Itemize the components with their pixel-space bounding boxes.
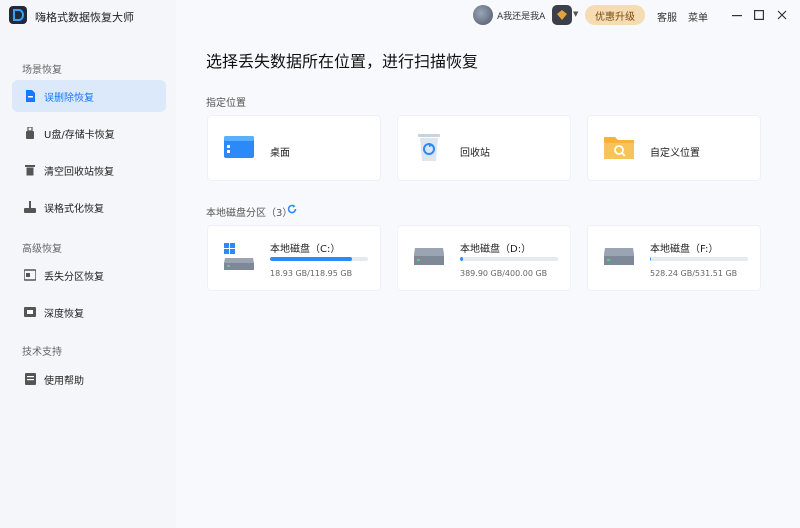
sidebar-item-label: 丢失分区恢复 (44, 271, 104, 283)
location-name: 桌面 (270, 148, 290, 159)
disks-label: 本地磁盘分区（3） (206, 208, 293, 219)
maximize-icon[interactable] (752, 6, 766, 24)
location-card-custom[interactable]: 自定义位置 (587, 115, 761, 181)
recycle-bin-icon (414, 132, 444, 162)
menu-link[interactable]: 菜单 (688, 9, 708, 24)
sidebar-item-label: U盘/存储卡恢复 (44, 129, 115, 141)
disk-usage-bar (270, 257, 368, 261)
location-name: 自定义位置 (650, 148, 700, 159)
sidebar-item-help[interactable]: 使用帮助 (12, 363, 166, 395)
disk-usage-fill (460, 257, 463, 261)
deep-scan-icon (24, 306, 36, 318)
disk-name: 本地磁盘（F:） (650, 244, 719, 255)
windows-drive-icon (224, 242, 254, 272)
format-icon (24, 201, 36, 213)
chevron-down-icon[interactable]: ▼ (573, 10, 578, 18)
sidebar-item-format-recovery[interactable]: 误格式化恢复 (12, 191, 166, 223)
folder-search-icon (604, 132, 634, 162)
drive-icon (414, 242, 444, 272)
user-name[interactable]: A我还是我A (497, 9, 545, 22)
disk-size: 528.24 GB/531.51 GB (650, 269, 738, 278)
avatar[interactable] (473, 5, 493, 25)
location-card-recycle-bin[interactable]: 回收站 (397, 115, 571, 181)
sidebar-item-recycle-recovery[interactable]: 清空回收站恢复 (12, 154, 166, 186)
disk-usage-fill (650, 257, 651, 261)
customer-service-link[interactable]: 客服 (657, 9, 677, 24)
sidebar-item-label: 清空回收站恢复 (44, 166, 114, 178)
locations-label: 指定位置 (206, 98, 246, 109)
sidebar-item-deep-recovery[interactable]: 深度恢复 (12, 296, 166, 328)
location-card-desktop[interactable]: 桌面 (207, 115, 381, 181)
disk-card-f[interactable]: 本地磁盘（F:） 528.24 GB/531.51 GB (587, 225, 761, 291)
member-badge-icon[interactable] (552, 5, 572, 25)
app-title: 嗨格式数据恢复大师 (35, 11, 134, 24)
disk-name: 本地磁盘（C:） (270, 244, 341, 255)
usb-icon (24, 127, 36, 139)
location-name: 回收站 (460, 148, 490, 159)
sidebar-item-label: 误格式化恢复 (44, 203, 104, 215)
upgrade-button[interactable]: 优惠升级 (585, 5, 645, 25)
disk-card-c[interactable]: 本地磁盘（C:） 18.93 GB/118.95 GB (207, 225, 381, 291)
trash-icon (24, 164, 36, 176)
page-title: 选择丢失数据所在位置，进行扫描恢复 (206, 52, 479, 71)
section-label-support: 技术支持 (22, 347, 62, 358)
refresh-icon[interactable] (287, 204, 297, 214)
disk-usage-fill (270, 257, 353, 261)
disk-usage-bar (460, 257, 558, 261)
sidebar: 嗨格式数据恢复大师 场景恢复 误删除恢复 U盘/存储卡恢复 清空回收站恢复 误格… (0, 0, 176, 528)
sidebar-item-usb-recovery[interactable]: U盘/存储卡恢复 (12, 117, 166, 149)
close-icon[interactable] (775, 6, 789, 24)
desktop-icon (224, 132, 254, 162)
sidebar-item-label: 使用帮助 (44, 375, 84, 387)
section-label-advanced: 高级恢复 (22, 244, 62, 255)
sidebar-item-label: 误删除恢复 (44, 92, 94, 104)
help-icon (24, 373, 36, 385)
minimize-icon[interactable] (730, 6, 744, 24)
disk-name: 本地磁盘（D:） (460, 244, 532, 255)
disk-size: 389.90 GB/400.00 GB (460, 269, 548, 278)
disk-size: 18.93 GB/118.95 GB (270, 269, 353, 278)
app-logo-icon (9, 6, 27, 24)
drive-icon (604, 242, 634, 272)
disk-card-d[interactable]: 本地磁盘（D:） 389.90 GB/400.00 GB (397, 225, 571, 291)
sidebar-item-partition-recovery[interactable]: 丢失分区恢复 (12, 259, 166, 291)
partition-icon (24, 269, 36, 281)
sidebar-item-label: 深度恢复 (44, 308, 84, 320)
section-label-scene: 场景恢复 (22, 65, 62, 76)
sidebar-item-deleted-recovery[interactable]: 误删除恢复 (12, 80, 166, 112)
disk-usage-bar (650, 257, 748, 261)
file-delete-icon (24, 90, 36, 102)
